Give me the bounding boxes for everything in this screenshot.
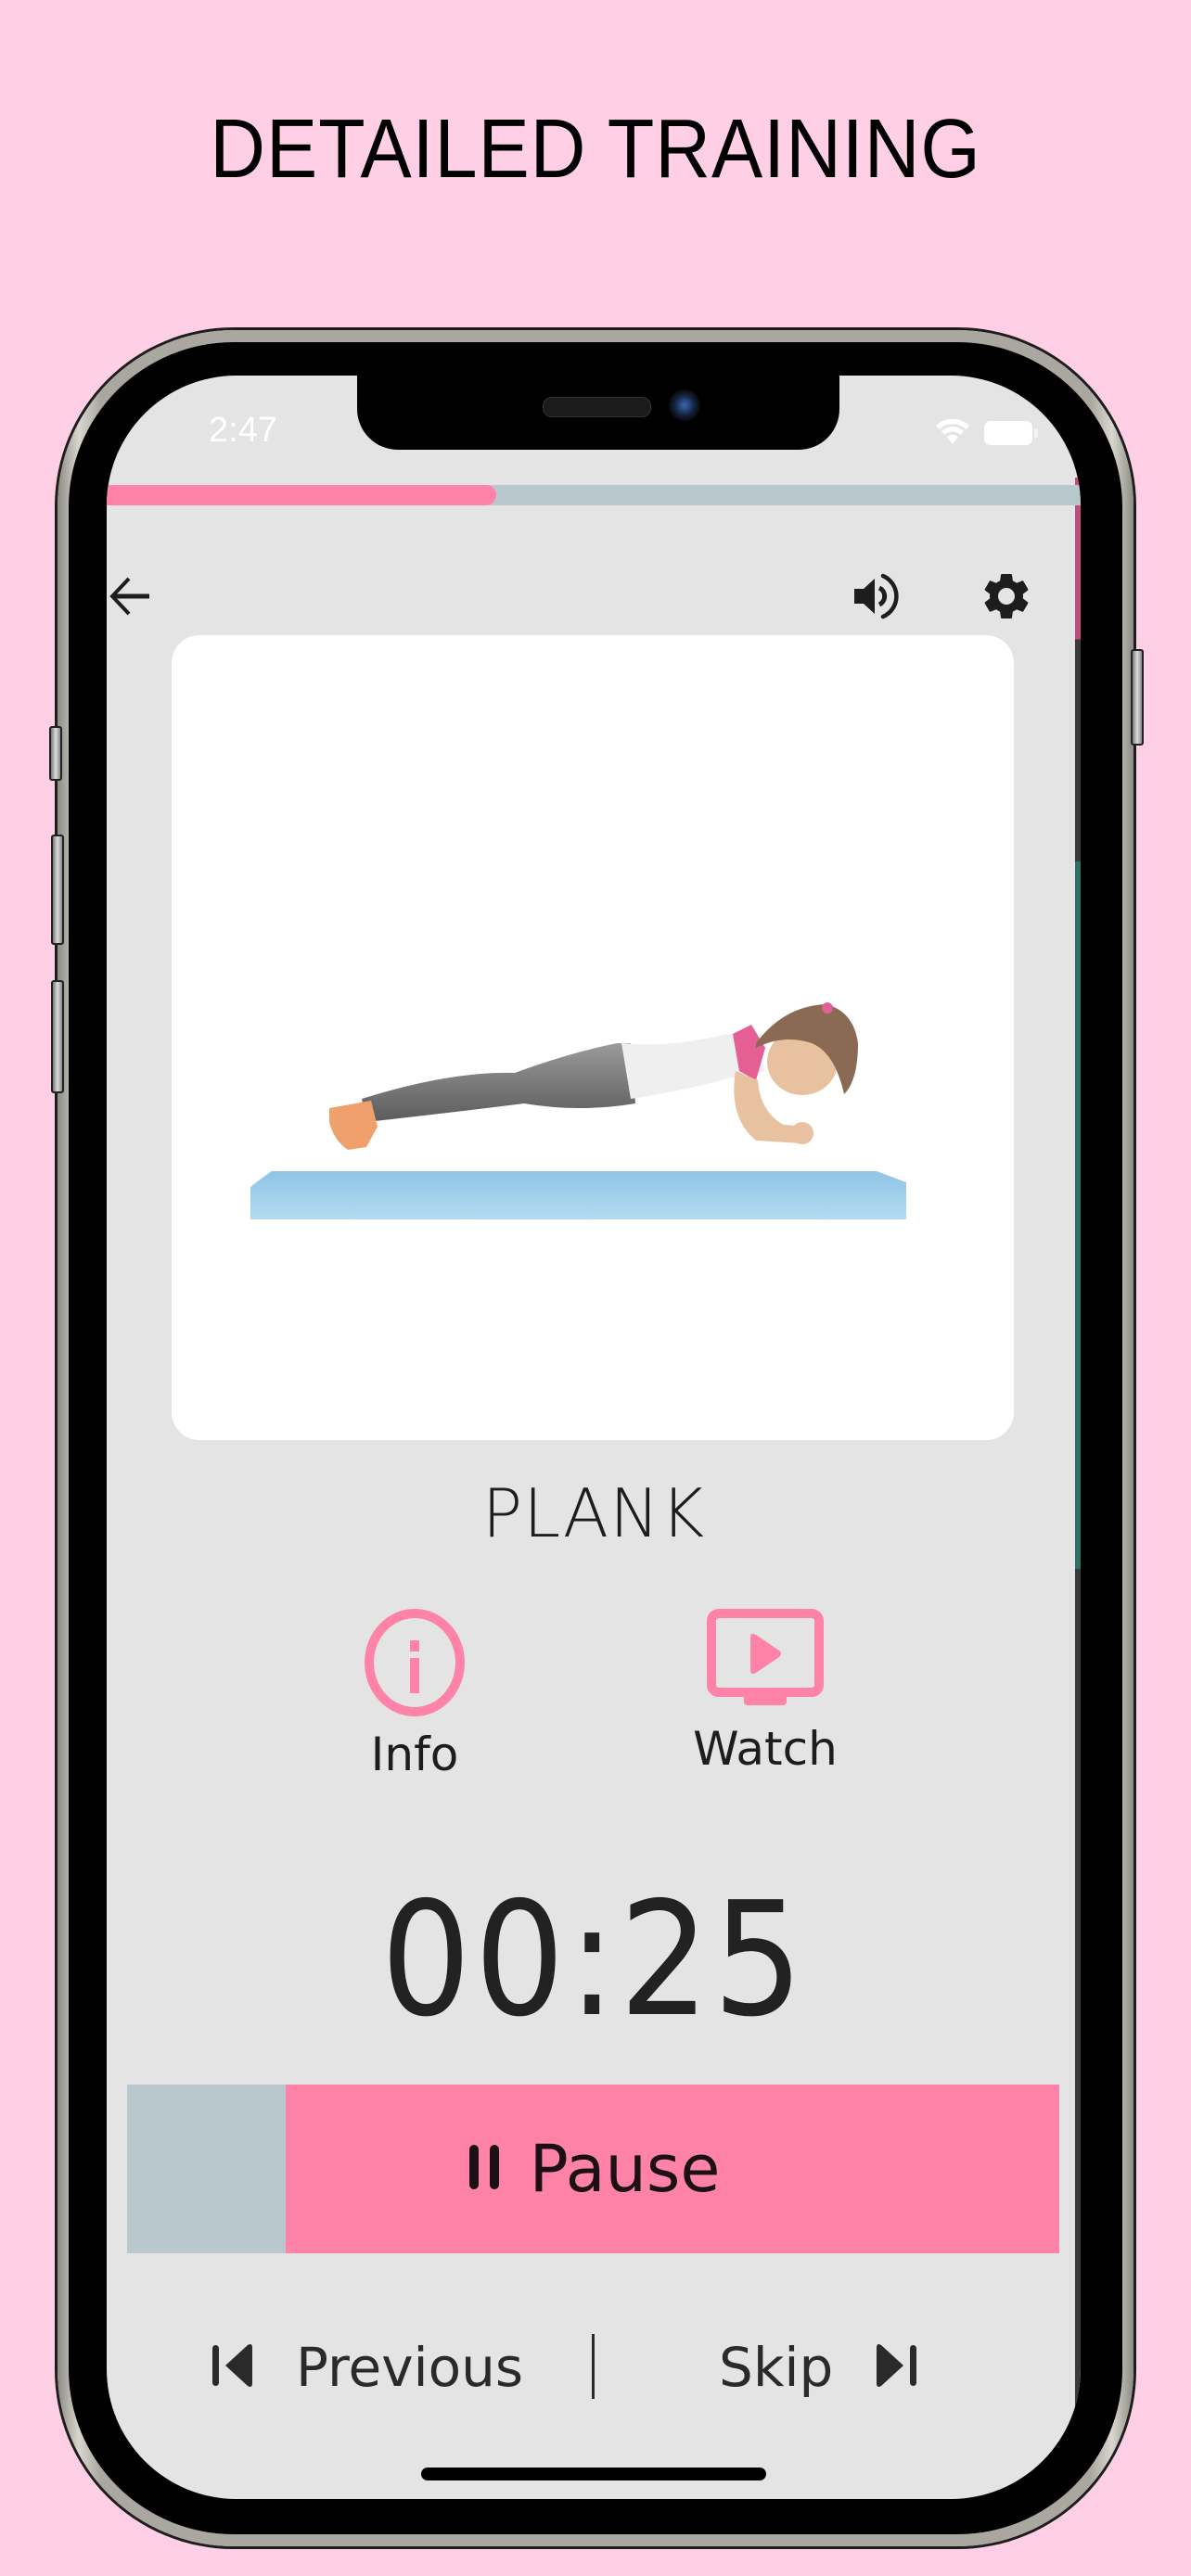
skip-next-icon [870,2342,918,2392]
speaker-icon [851,570,903,626]
info-button[interactable]: Info [313,1609,517,1781]
exercise-title: PLANK [481,1474,706,1552]
nav-divider [592,2334,595,2399]
app-screen: 2:47 PLANK Info Watch 00:25 Pause Previo… [107,376,1081,2499]
power-button [1131,649,1144,746]
back-button[interactable] [107,566,162,631]
workout-progress-bar [107,485,1081,505]
status-icons [934,416,1038,450]
sound-toggle-button[interactable] [844,566,909,631]
pause-icon [467,2141,504,2197]
notch [357,376,839,450]
earpiece-speaker [543,397,651,417]
gear-icon [979,568,1034,628]
headline: DETAILED TRAINING [210,103,981,196]
countdown-timer: 00:25 [380,1868,807,2052]
mute-switch [49,726,62,781]
exercise-mat [250,1171,906,1219]
skip-label: Skip [719,2336,834,2399]
battery-icon [984,421,1038,445]
exercise-illustration [172,635,1014,1440]
pause-label: Pause [529,2131,721,2207]
volume-down-button [51,980,64,1093]
watch-button[interactable]: Watch [663,1609,867,1776]
figure-legs [362,1043,635,1122]
previous-label: Previous [296,2336,524,2399]
skip-button[interactable]: Skip [719,2323,918,2412]
pause-button[interactable]: Pause [127,2085,1059,2253]
arrow-left-icon [107,573,153,623]
status-time: 2:47 [209,411,277,450]
front-camera [669,389,700,421]
skip-previous-icon [211,2342,259,2392]
workout-progress-fill [107,485,496,505]
plank-illustration [250,1002,906,1219]
page: DETAILED TRAINING 2:47 PLANK Info Watch … [0,0,1191,2576]
watch-label: Watch [693,1722,838,1776]
home-indicator[interactable] [421,2468,766,2480]
info-circle-icon [363,1609,467,1720]
video-play-icon [707,1609,824,1715]
previous-button[interactable]: Previous [211,2323,523,2412]
exercise-timer-progress: Pause [127,2085,1059,2253]
figure-shoe [329,1101,378,1150]
info-label: Info [370,1728,459,1781]
wifi-icon [934,416,971,450]
settings-button[interactable] [974,566,1039,631]
volume-up-button [51,835,64,945]
exercise-navigation: Previous Skip [107,2323,1081,2412]
